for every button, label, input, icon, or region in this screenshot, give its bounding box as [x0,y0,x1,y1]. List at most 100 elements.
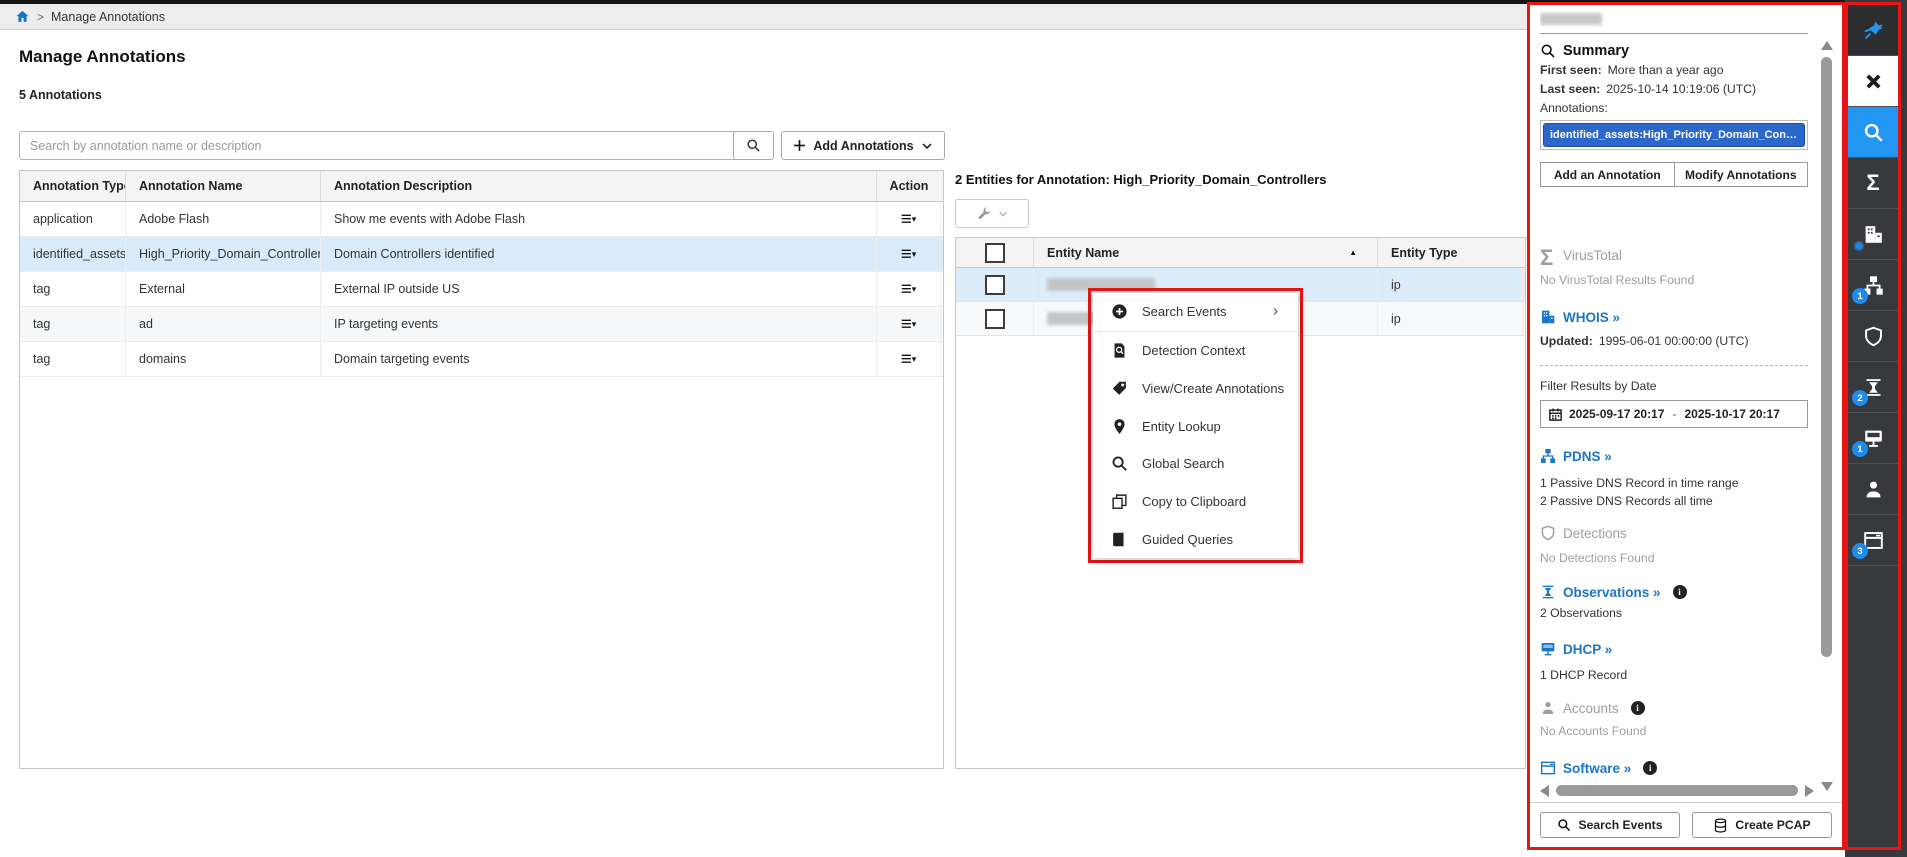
info-icon[interactable] [1631,701,1645,715]
toolbar-software-tab[interactable]: 3 [1848,515,1898,566]
scroll-right-arrow[interactable] [1805,785,1814,797]
pdns-link[interactable]: PDNS » [1563,449,1612,464]
scroll-down-arrow[interactable] [1821,782,1833,791]
menu-item-copy-to-clipboard[interactable]: Copy to Clipboard [1093,483,1298,521]
pdns-in-range-count: 1 Passive DNS Record in time range [1540,476,1808,490]
virustotal-status: No VirusTotal Results Found [1540,273,1808,287]
annotation-chip-list: identified_assets:High_Priority_Domain_C… [1540,120,1808,150]
caret-down-icon: ▾ [912,249,917,260]
dhcp-link[interactable]: DHCP » [1563,642,1612,657]
toolbar-observations-tab[interactable]: 2 [1848,362,1898,413]
row-action-menu-button[interactable]: ≡▾ [877,307,941,341]
annotation-buttons-row: Add an Annotation Modify Annotations [1540,162,1808,187]
search-button[interactable] [733,131,774,160]
search-input[interactable] [19,131,738,160]
column-header-annotation-type[interactable]: Annotation Type▲ [20,171,126,201]
detections-status: No Detections Found [1540,551,1808,565]
date-range-separator: - [1672,407,1676,421]
date-range-start: 2025-09-17 20:17 [1569,407,1664,421]
bulk-actions-button[interactable] [955,199,1029,228]
toolbar-pdns-tab[interactable]: 1 [1848,260,1898,311]
annotation-type-cell: tag [20,307,126,341]
annotation-type-cell: tag [20,272,126,306]
unpin-panel-button[interactable] [1848,5,1898,56]
calendar-icon [1548,407,1563,422]
toolbar-whois-tab[interactable] [1848,209,1898,260]
book-icon [1111,531,1128,548]
row-action-menu-button[interactable]: ≡▾ [877,342,941,376]
sort-asc-icon: ▲ [1349,248,1357,257]
whois-link[interactable]: WHOIS » [1563,310,1620,325]
menu-item-detection-context[interactable]: Detection Context [1093,332,1298,370]
entities-table-header: Entity Name▲ Entity Type [956,238,1525,268]
tag-icon [1111,380,1128,397]
accounts-section-title: Accounts [1540,700,1808,716]
annotation-chip[interactable]: identified_assets:High_Priority_Domain_C… [1543,123,1805,147]
create-pcap-button[interactable]: Create PCAP [1692,812,1832,838]
detections-section-title: Detections [1540,525,1808,541]
shield-icon [1863,326,1884,347]
select-all-checkbox[interactable] [985,243,1005,263]
search-icon [1557,818,1571,832]
vertical-scrollbar[interactable] [1820,41,1833,791]
column-header-entity-name[interactable]: Entity Name▲ [1034,238,1378,267]
toolbar-virustotal-tab[interactable]: Σ [1848,158,1898,209]
close-panel-button[interactable] [1848,56,1898,107]
observations-count: 2 Observations [1540,606,1808,620]
entity-summary-panel: Summary First seen:More than a year ago … [1527,2,1845,850]
add-annotations-button[interactable]: Add Annotations [781,131,945,160]
table-row[interactable]: tag ad IP targeting events ≡▾ [20,307,943,342]
select-checkbox[interactable] [985,275,1005,295]
row-action-menu-button[interactable]: ≡▾ [877,202,941,236]
table-row[interactable]: application Adobe Flash Show me events w… [20,202,943,237]
person-icon [1863,479,1884,500]
horizontal-scrollbar[interactable] [1540,784,1814,797]
observations-link[interactable]: Observations » [1563,585,1661,600]
dhcp-count: 1 DHCP Record [1540,668,1808,682]
breadcrumb-current: Manage Annotations [51,10,165,24]
menu-item-guided-queries[interactable]: Guided Queries [1093,520,1298,558]
modify-annotations-button[interactable]: Modify Annotations [1675,162,1809,187]
toolbar-accounts-tab[interactable] [1848,464,1898,515]
document-search-icon [1111,342,1128,359]
info-icon[interactable] [1673,585,1687,599]
select-cell [956,302,1034,335]
row-action-menu-button[interactable]: ≡▾ [877,237,941,271]
info-icon[interactable] [1643,761,1657,775]
filter-by-date-label: Filter Results by Date [1540,379,1808,393]
dhcp-count-badge: 1 [1852,441,1868,457]
menu-item-view-create-annotations[interactable]: View/Create Annotations [1093,369,1298,407]
menu-item-global-search[interactable]: Global Search [1093,445,1298,483]
column-header-entity-type[interactable]: Entity Type [1378,238,1523,267]
accounts-status: No Accounts Found [1540,724,1808,738]
search-events-button[interactable]: Search Events [1540,812,1680,838]
horizontal-scroll-thumb[interactable] [1556,785,1798,796]
home-icon[interactable] [15,9,30,24]
annotations-table-header: Annotation Type▲ Annotation Name Annotat… [20,171,943,202]
pushpin-slash-icon [1863,20,1884,41]
menu-item-entity-lookup[interactable]: Entity Lookup [1093,407,1298,445]
menu-item-search-events[interactable]: Search Events [1093,293,1298,332]
scroll-up-arrow[interactable] [1821,41,1833,50]
column-header-annotation-description[interactable]: Annotation Description [321,171,877,201]
table-row-selected[interactable]: identified_assets High_Priority_Domain_C… [20,237,943,272]
add-an-annotation-button[interactable]: Add an Annotation [1540,162,1675,187]
table-row[interactable]: tag External External IP outside US ≡▾ [20,272,943,307]
toolbar-dhcp-tab[interactable]: 1 [1848,413,1898,464]
date-range-picker[interactable]: 2025-09-17 20:17 - 2025-10-17 20:17 [1540,400,1808,428]
vertical-scroll-thumb[interactable] [1821,57,1832,657]
menu-icon: ≡ [901,210,911,229]
plus-circle-icon [1111,303,1128,320]
caret-down-icon: ▾ [912,319,917,330]
network-tree-icon [1540,448,1556,464]
scroll-left-arrow[interactable] [1540,785,1549,797]
toolbar-detections-tab[interactable] [1848,311,1898,362]
annotation-desc-cell: External IP outside US [321,272,877,306]
column-header-annotation-name[interactable]: Annotation Name [126,171,321,201]
toolbar-search-tab-active[interactable] [1848,107,1898,158]
table-row[interactable]: tag domains Domain targeting events ≡▾ [20,342,943,377]
software-link[interactable]: Software » [1563,761,1631,776]
row-action-menu-button[interactable]: ≡▾ [877,272,941,306]
select-checkbox[interactable] [985,309,1005,329]
window-icon [1540,760,1556,776]
